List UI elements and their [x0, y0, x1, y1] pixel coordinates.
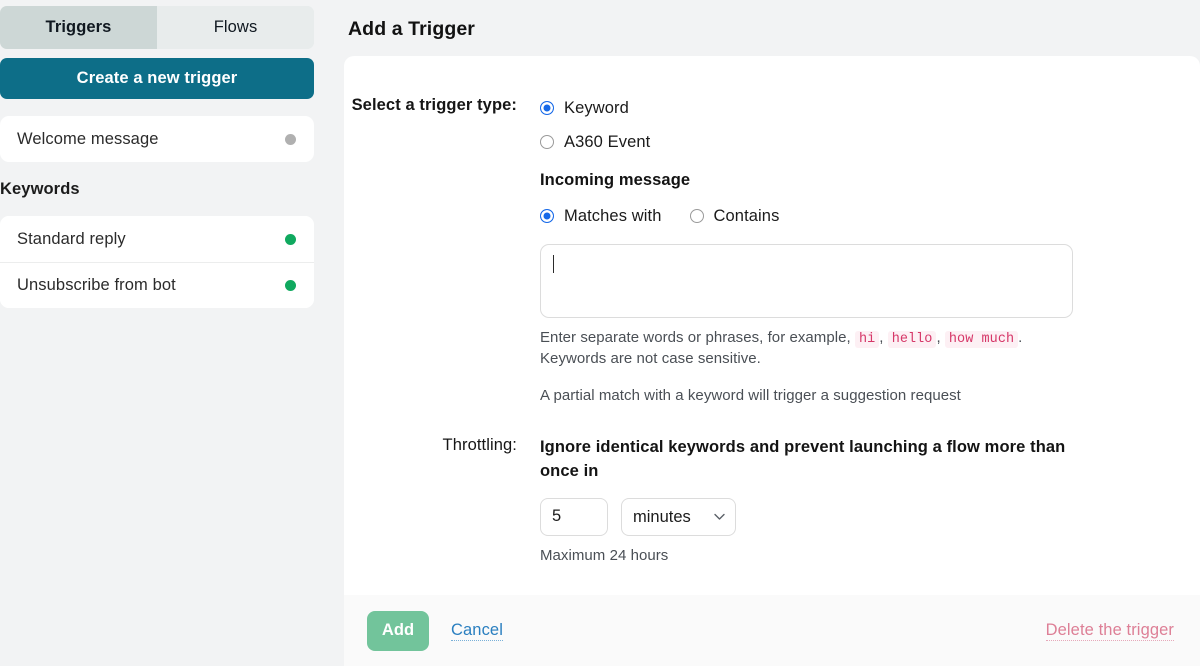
keywords-hint: Enter separate words or phrases, for exa… — [540, 329, 1023, 368]
trigger-form-panel: Select a trigger type: Keyword A360 Even… — [344, 56, 1200, 666]
throttling-controls: minutes — [540, 497, 1200, 536]
radio-matches-with-icon[interactable] — [540, 209, 554, 223]
throttling-label: Throttling: — [442, 436, 517, 454]
throttling-unit-wrap: minutes — [621, 497, 736, 536]
incoming-message-spacer-label — [344, 171, 540, 407]
radio-contains-icon[interactable] — [689, 209, 704, 223]
sidebar-section-keywords: Keywords — [0, 180, 80, 198]
match-mode-options: Matches with Contains — [540, 204, 1200, 228]
radio-option-matches-with[interactable]: Matches with — [540, 204, 662, 228]
incoming-message-heading: Incoming message — [540, 171, 691, 189]
incoming-message-row: Incoming message Matches with Contains E… — [344, 171, 1200, 407]
main-content: Add a Trigger Select a trigger type: Key… — [344, 0, 1200, 666]
form-footer: Add Cancel Delete the trigger — [344, 595, 1200, 666]
trigger-type-options: Keyword A360 Event — [540, 96, 1200, 154]
create-new-trigger-button[interactable]: Create a new trigger — [0, 58, 314, 99]
keywords-hint-suffix: Keywords are not case sensitive. — [540, 350, 761, 368]
example-keyword-hi: hi — [854, 331, 880, 348]
keywords-input[interactable] — [540, 244, 1073, 318]
list-item-welcome-message[interactable]: Welcome message — [0, 116, 314, 162]
radio-matches-with-label: Matches with — [564, 206, 662, 225]
radio-option-a360-event[interactable]: A360 Event — [540, 130, 1200, 154]
sidebar-tabs: Triggers Flows — [0, 6, 314, 49]
text-caret — [553, 255, 554, 273]
trigger-type-label: Select a trigger type: — [351, 96, 517, 114]
keywords-partial-hint: A partial match with a keyword will trig… — [540, 387, 961, 405]
status-dot-inactive — [285, 133, 296, 145]
welcome-message-list: Welcome message — [0, 116, 314, 162]
radio-option-contains[interactable]: Contains — [689, 204, 780, 228]
tab-flows[interactable]: Flows — [157, 6, 314, 49]
throttling-description: Ignore identical keywords and prevent la… — [540, 438, 1066, 480]
list-item-label: Standard reply — [17, 229, 126, 248]
radio-option-keyword[interactable]: Keyword — [540, 96, 1200, 120]
radio-contains-label: Contains — [713, 206, 780, 225]
throttling-value-input[interactable] — [540, 497, 608, 536]
incoming-message-field: Incoming message Matches with Contains E… — [540, 171, 1200, 407]
sidebar: Triggers Flows Create a new trigger Welc… — [0, 0, 344, 666]
keyword-list: Standard reply Unsubscribe from bot — [0, 216, 314, 308]
app-root: Triggers Flows Create a new trigger Welc… — [0, 0, 1200, 666]
throttling-max-note: Maximum 24 hours — [540, 546, 669, 564]
status-dot-active — [285, 233, 296, 245]
keywords-hint-prefix: Enter separate words or phrases, for exa… — [540, 329, 851, 346]
list-item-standard-reply[interactable]: Standard reply — [0, 216, 314, 262]
throttling-field: Ignore identical keywords and prevent la… — [540, 436, 1200, 564]
radio-a360-event-icon[interactable] — [540, 135, 554, 149]
status-dot-active — [285, 280, 296, 291]
tab-flows-label: Flows — [213, 18, 258, 36]
throttling-unit-select[interactable]: minutes — [621, 497, 736, 536]
trigger-form-body: Select a trigger type: Keyword A360 Even… — [344, 56, 1200, 595]
radio-keyword-label: Keyword — [564, 98, 629, 117]
cancel-button[interactable]: Cancel — [451, 620, 503, 642]
tab-triggers-label: Triggers — [45, 18, 112, 36]
add-button[interactable]: Add — [367, 610, 429, 651]
radio-keyword-icon[interactable] — [540, 101, 554, 115]
page-title: Add a Trigger — [348, 18, 475, 40]
trigger-type-row: Select a trigger type: Keyword A360 Even… — [344, 96, 1200, 154]
list-item-unsubscribe-from-bot[interactable]: Unsubscribe from bot — [0, 262, 314, 308]
delete-trigger-button[interactable]: Delete the trigger — [1045, 620, 1174, 642]
list-item-label: Unsubscribe from bot — [17, 276, 176, 294]
list-item-label: Welcome message — [17, 129, 159, 148]
example-keyword-how-much: how much — [944, 331, 1019, 348]
example-keyword-hello: hello — [887, 331, 937, 348]
throttling-row: Throttling: Ignore identical keywords an… — [344, 436, 1200, 564]
radio-a360-event-label: A360 Event — [564, 132, 651, 151]
tab-triggers[interactable]: Triggers — [0, 6, 157, 49]
